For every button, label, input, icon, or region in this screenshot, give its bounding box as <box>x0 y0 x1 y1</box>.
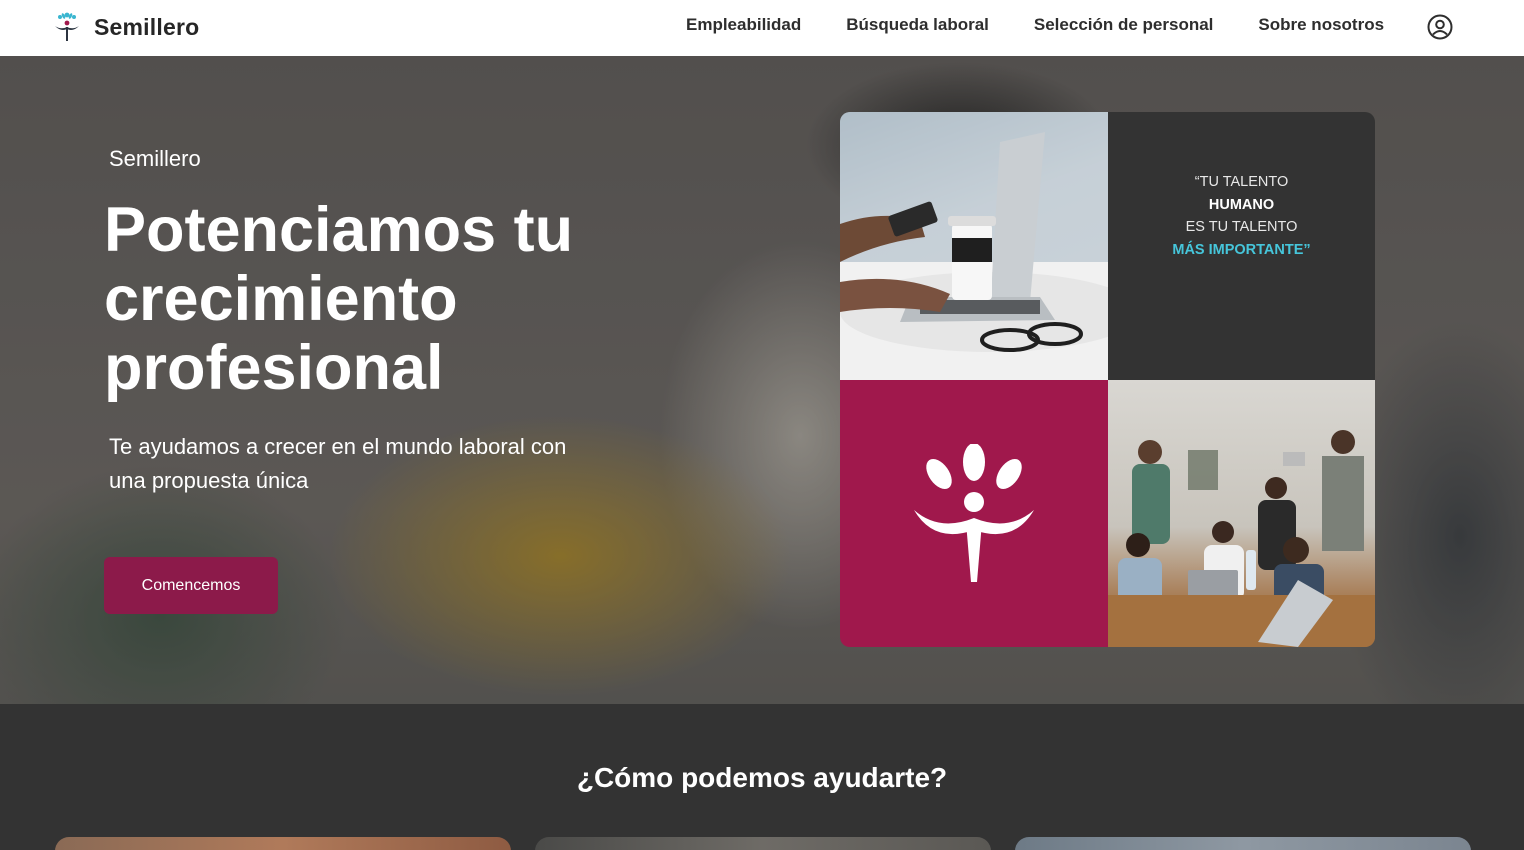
hero-section: Semillero Potenciamos tu crecimiento pro… <box>0 56 1524 704</box>
quote-line-2: HUMANO <box>1208 196 1275 213</box>
top-navbar: Semillero Empleabilidad Búsqueda laboral… <box>0 0 1524 56</box>
hero-title: Potenciamos tu crecimiento profesional <box>104 195 574 403</box>
laptop-photo <box>840 112 1108 380</box>
nav-seleccion-personal[interactable]: Selección de personal <box>1034 15 1214 35</box>
quote-text: “TU TALENTO HUMANO ES TU TALENTO MÁS IMP… <box>1172 171 1310 261</box>
logo-tile <box>840 380 1108 647</box>
service-card-3[interactable] <box>1015 837 1471 850</box>
help-section: ¿Cómo podemos ayudarte? <box>0 704 1524 850</box>
quote-tile: “TU TALENTO HUMANO ES TU TALENTO MÁS IMP… <box>1108 112 1375 380</box>
team-photo <box>1108 380 1375 647</box>
hero-subtitle: Te ayudamos a crecer en el mundo laboral… <box>109 434 567 493</box>
sprout-emblem-icon <box>914 443 1034 582</box>
hero-eyebrow: Semillero <box>109 146 201 171</box>
comencemos-button[interactable]: Comencemos <box>104 557 278 614</box>
laptop-illustration <box>840 112 1108 380</box>
brand-home-link[interactable]: Semillero <box>52 11 199 43</box>
brand-name: Semillero <box>94 13 200 40</box>
quote-line-1: “TU TALENTO <box>1194 174 1289 190</box>
sprout-logo-icon <box>55 12 79 41</box>
quote-line-4: MÁS IMPORTANTE” <box>1172 241 1311 258</box>
nav-sobre-nosotros[interactable]: Sobre nosotros <box>1258 15 1384 35</box>
main-nav: Empleabilidad Búsqueda laboral Selección… <box>686 15 1429 35</box>
service-card-2[interactable] <box>535 837 991 850</box>
section-title: ¿Cómo podemos ayudarte? <box>576 762 948 793</box>
team-illustration <box>1108 430 1375 647</box>
service-card-1[interactable] <box>55 837 511 850</box>
user-circle-icon[interactable] <box>1427 14 1453 40</box>
nav-empleabilidad[interactable]: Empleabilidad <box>686 15 801 35</box>
hero-collage: “TU TALENTO HUMANO ES TU TALENTO MÁS IMP… <box>840 112 1375 647</box>
nav-busqueda-laboral[interactable]: Búsqueda laboral <box>846 15 989 35</box>
quote-line-3: ES TU TALENTO <box>1185 219 1298 235</box>
